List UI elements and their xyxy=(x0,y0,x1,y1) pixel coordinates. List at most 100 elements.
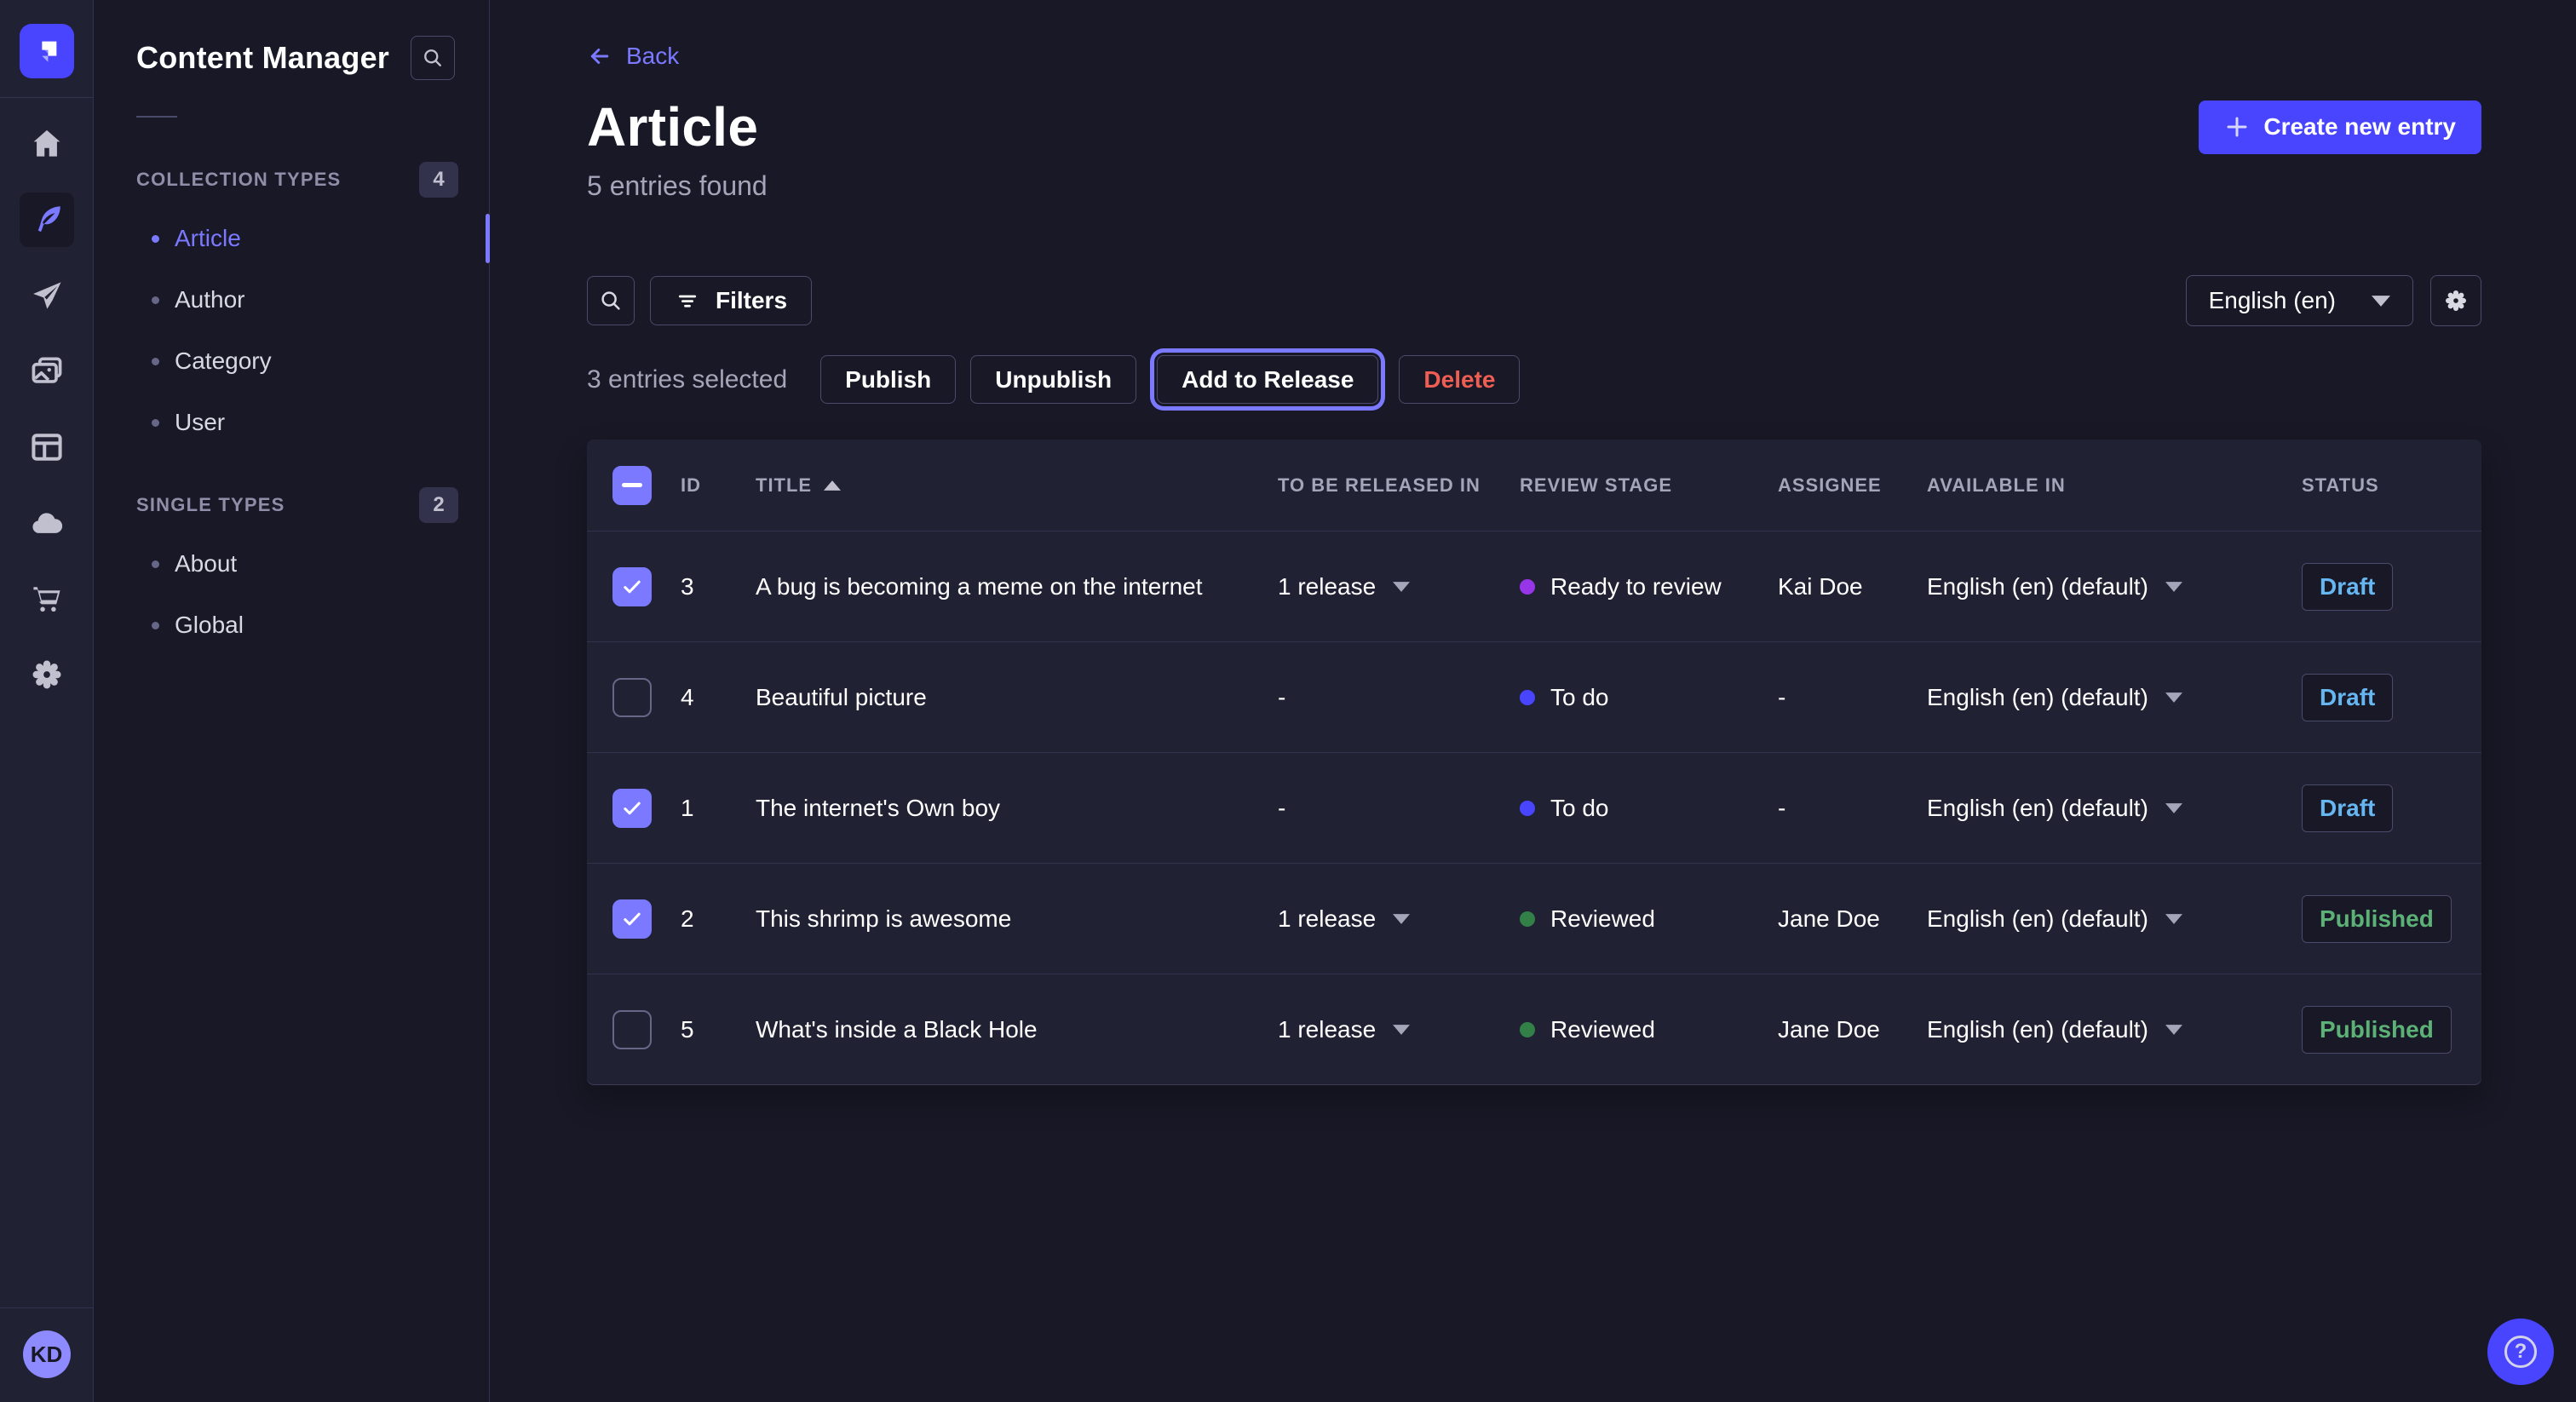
available-caret-icon xyxy=(2165,692,2182,703)
release-cell[interactable]: 1 release xyxy=(1278,905,1520,933)
review-stage-cell: To do xyxy=(1520,795,1778,822)
release-caret-icon xyxy=(1393,582,1410,592)
subnav-item-label: Author xyxy=(175,286,245,313)
status-badge: Published xyxy=(2302,895,2452,943)
subnav-item-article[interactable]: Article xyxy=(94,208,489,269)
entries-count-subtitle: 5 entries found xyxy=(587,170,2481,202)
bullet-icon xyxy=(152,296,159,304)
subnav-item-category[interactable]: Category xyxy=(94,330,489,392)
subnav-item-global[interactable]: Global xyxy=(94,595,489,656)
subnav-rule xyxy=(136,116,177,118)
subnav-item-user[interactable]: User xyxy=(94,392,489,453)
available-caret-icon xyxy=(2165,1025,2182,1035)
row-checkbox[interactable] xyxy=(612,567,652,606)
table-row[interactable]: 2 This shrimp is awesome 1 release Revie… xyxy=(587,863,2481,974)
row-id: 4 xyxy=(681,684,756,711)
content-manager-subnav: Content Manager COLLECTION TYPES 4 Artic… xyxy=(94,0,490,1402)
view-settings-button[interactable] xyxy=(2430,275,2481,326)
table-body: 3 A bug is becoming a meme on the intern… xyxy=(587,531,2481,1084)
release-cell[interactable]: - xyxy=(1278,684,1520,711)
settings-icon[interactable] xyxy=(20,647,74,702)
available-in-cell[interactable]: English (en) (default) xyxy=(1927,905,2302,933)
row-checkbox[interactable] xyxy=(612,1010,652,1049)
create-new-entry-button[interactable]: Create new entry xyxy=(2199,101,2481,154)
row-checkbox[interactable] xyxy=(612,899,652,939)
marketplace-icon[interactable] xyxy=(20,572,74,626)
locale-select-value: English (en) xyxy=(2209,287,2336,314)
available-in-cell[interactable]: English (en) (default) xyxy=(1927,1016,2302,1043)
locale-value: English (en) (default) xyxy=(1927,905,2148,933)
subnav-item-about[interactable]: About xyxy=(94,533,489,595)
delete-button[interactable]: Delete xyxy=(1399,355,1520,404)
stage-label: To do xyxy=(1550,795,1609,822)
subnav-title: Content Manager xyxy=(136,40,389,76)
review-stage-cell: Reviewed xyxy=(1520,905,1778,933)
table-row[interactable]: 5 What's inside a Black Hole 1 release R… xyxy=(587,974,2481,1084)
entries-table: ID TITLE TO BE RELEASED IN REVIEW STAGE … xyxy=(587,440,2481,1084)
single-types-label: SINGLE TYPES xyxy=(136,494,285,516)
subnav-item-author[interactable]: Author xyxy=(94,269,489,330)
stage-label: Reviewed xyxy=(1550,905,1655,933)
chevron-down-icon xyxy=(2372,296,2390,307)
release-cell[interactable]: 1 release xyxy=(1278,1016,1520,1043)
locale-value: English (en) (default) xyxy=(1927,795,2148,822)
table-row[interactable]: 4 Beautiful picture - To do - Engli xyxy=(587,641,2481,752)
available-in-cell[interactable]: English (en) (default) xyxy=(1927,684,2302,711)
subnav-item-label: User xyxy=(175,409,225,436)
search-button[interactable] xyxy=(587,276,635,325)
available-in-cell[interactable]: English (en) (default) xyxy=(1927,795,2302,822)
stage-dot xyxy=(1520,579,1535,595)
row-id: 2 xyxy=(681,905,756,933)
locale-select[interactable]: English (en) xyxy=(2186,275,2413,326)
single-types-count-badge: 2 xyxy=(419,487,458,523)
bullet-icon xyxy=(152,419,159,427)
indeterminate-dash-icon xyxy=(622,483,642,487)
add-to-release-button[interactable]: Add to Release xyxy=(1157,355,1378,404)
stage-label: To do xyxy=(1550,684,1609,711)
unpublish-button[interactable]: Unpublish xyxy=(970,355,1136,404)
available-caret-icon xyxy=(2165,914,2182,924)
column-header-available-in: AVAILABLE IN xyxy=(1927,474,2302,497)
row-id: 1 xyxy=(681,795,756,822)
content-type-builder-icon[interactable] xyxy=(20,420,74,474)
single-types-section: SINGLE TYPES 2 About Global xyxy=(94,487,489,656)
available-caret-icon xyxy=(2165,803,2182,813)
release-cell[interactable]: - xyxy=(1278,795,1520,822)
filter-icon xyxy=(675,288,700,313)
release-cell[interactable]: 1 release xyxy=(1278,573,1520,600)
release-caret-icon xyxy=(1393,1025,1410,1035)
locale-value: English (en) (default) xyxy=(1927,684,2148,711)
available-caret-icon xyxy=(2165,582,2182,592)
check-icon xyxy=(620,575,644,599)
select-all-checkbox[interactable] xyxy=(612,466,652,505)
media-library-icon[interactable] xyxy=(20,344,74,399)
help-button[interactable]: ? xyxy=(2487,1319,2554,1385)
rail-footer: KD xyxy=(0,1307,93,1402)
status-badge: Draft xyxy=(2302,784,2393,832)
cloud-icon[interactable] xyxy=(20,496,74,550)
gear-icon xyxy=(2442,287,2470,314)
row-checkbox[interactable] xyxy=(612,678,652,717)
publish-button[interactable]: Publish xyxy=(820,355,956,404)
collection-types-label: COLLECTION TYPES xyxy=(136,169,341,191)
review-stage-cell: To do xyxy=(1520,684,1778,711)
release-value: - xyxy=(1278,795,1285,822)
available-in-cell[interactable]: English (en) (default) xyxy=(1927,573,2302,600)
stage-dot xyxy=(1520,1022,1535,1037)
releases-icon[interactable] xyxy=(20,268,74,323)
release-value: - xyxy=(1278,684,1285,711)
home-icon[interactable] xyxy=(20,117,74,171)
check-icon xyxy=(620,907,644,931)
table-row[interactable]: 3 A bug is becoming a meme on the intern… xyxy=(587,531,2481,641)
back-link[interactable]: Back xyxy=(587,43,679,70)
filters-button[interactable]: Filters xyxy=(650,276,812,325)
row-checkbox[interactable] xyxy=(612,789,652,828)
subnav-search-button[interactable] xyxy=(411,36,455,80)
column-header-title[interactable]: TITLE xyxy=(756,474,1278,497)
strapi-logo[interactable] xyxy=(20,24,74,78)
user-avatar[interactable]: KD xyxy=(23,1330,71,1378)
stage-dot xyxy=(1520,690,1535,705)
content-manager-icon[interactable] xyxy=(20,192,74,247)
table-row[interactable]: 1 The internet's Own boy - To do - xyxy=(587,752,2481,863)
locale-value: English (en) (default) xyxy=(1927,573,2148,600)
